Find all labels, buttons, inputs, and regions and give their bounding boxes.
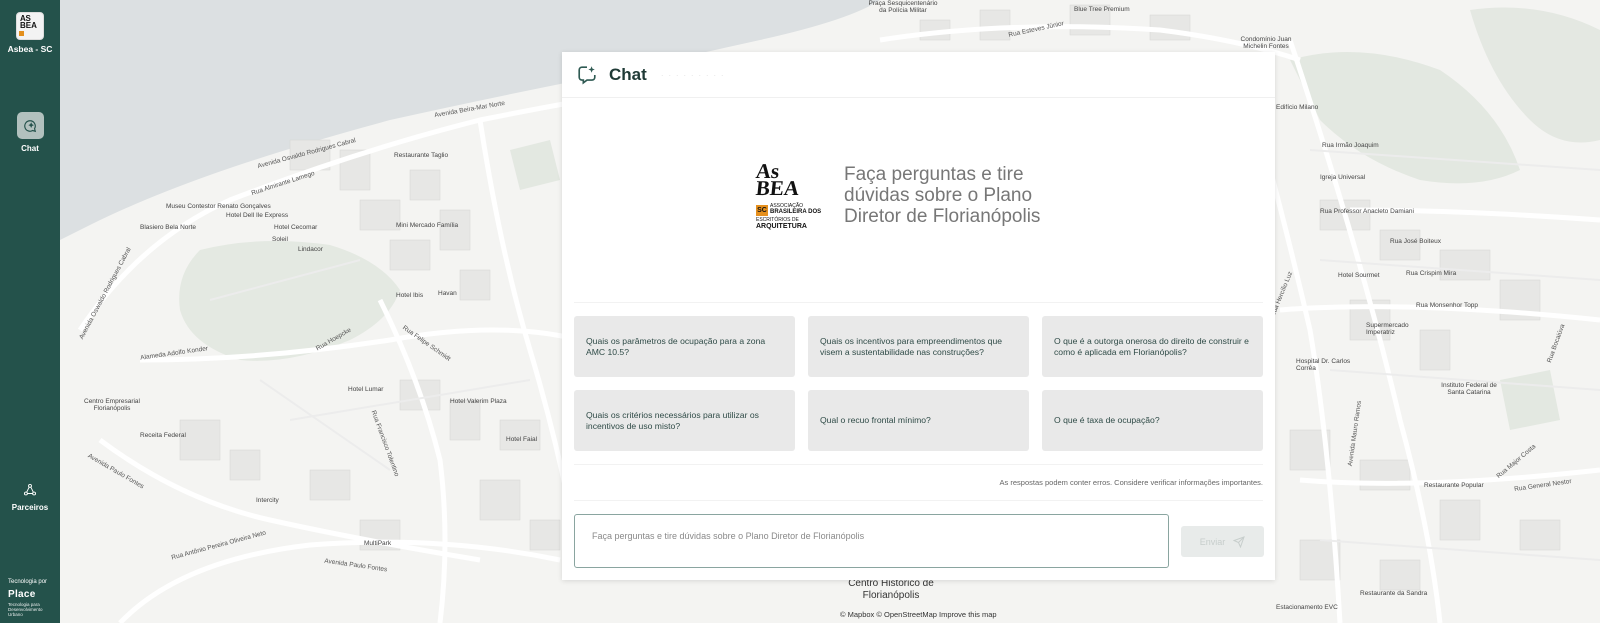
map-label: Hotel Ibis	[396, 292, 424, 299]
map-label: Rua Irmão Joaquim	[1322, 142, 1379, 149]
map-label: Restaurante Taglio	[394, 152, 449, 159]
map-label: Mini Mercado Família	[396, 222, 459, 229]
map-label: Blasiero Bela Norte	[140, 224, 196, 231]
sidebar-item-label: Parceiros	[11, 503, 49, 512]
partners-icon	[23, 483, 37, 496]
map-label: Centro Empresarial Florianópolis	[84, 398, 140, 412]
chat-subtitle: · · · · · · · · ·	[660, 69, 725, 80]
map-label: Supermercado Imperatriz	[1366, 322, 1409, 336]
map-label: Rua Professor Anacleto Damiani	[1320, 208, 1414, 215]
chat-input[interactable]: Faça perguntas e tire dúvidas sobre o Pl…	[574, 514, 1169, 568]
map-label: Edifício Milano	[1276, 104, 1319, 111]
chat-sparkle-icon	[578, 65, 596, 84]
map-label: Restaurante Popular	[1424, 482, 1484, 489]
map-label: Hotel Faial	[506, 436, 538, 443]
map-label: Lindacor	[298, 246, 323, 253]
map-label: Hospital Dr. Carlos Corrêa	[1296, 358, 1351, 372]
map-label: Igreja Universal	[1320, 174, 1366, 181]
map-label: Hotel Cecomar	[274, 224, 318, 231]
chat-header: Chat · · · · · · · · ·	[562, 52, 1275, 98]
sidebar-item-partners[interactable]: Parceiros	[0, 483, 60, 512]
brand-tagline: Tecnologia para Desenvolvimento Urbano	[8, 602, 43, 617]
suggestion-card[interactable]: O que é taxa de ocupação?	[1042, 390, 1263, 451]
chat-title: Chat	[609, 64, 647, 84]
map-label: Praça Sesquicentenário da Polícia Milita…	[868, 0, 938, 14]
map-label: Blue Tree Premium	[1074, 6, 1130, 13]
map-label: MultiPark	[364, 540, 392, 547]
send-button[interactable]: Enviar	[1181, 526, 1264, 557]
map-label: Hotel Valerim Plaza	[450, 398, 507, 405]
map-label: Receita Federal	[140, 432, 186, 439]
org-switcher[interactable]: AS BEA Asbea - SC	[0, 10, 60, 54]
chat-hero: As BEA SC ASSOCIAÇÃO BRASILEIRA DOS ESCR…	[562, 159, 1275, 242]
map-label: Museu Contestor Renato Gonçalves	[166, 203, 271, 210]
org-logo: AS BEA	[16, 12, 44, 40]
send-button-label: Enviar	[1199, 536, 1226, 547]
sidebar-item-chat[interactable]: Chat	[0, 112, 60, 153]
map-label: Instituto Federal de Santa Catarina	[1441, 382, 1497, 396]
map-label: Restaurante da Sandra	[1360, 590, 1428, 597]
map-label: Rua Monsenhor Topp	[1416, 302, 1479, 309]
map-label: Condomínio Juan Michelin Fontes	[1240, 36, 1292, 50]
suggestion-card[interactable]: Quais os parâmetros de ocupação para a z…	[574, 316, 795, 377]
map-attribution[interactable]: © Mapbox © OpenStreetMap Improve this ma…	[840, 610, 997, 619]
disclaimer-text: As respostas podem conter erros. Conside…	[999, 478, 1263, 487]
send-icon	[1233, 535, 1246, 548]
asbea-logo: As BEA SC ASSOCIAÇÃO BRASILEIRA DOS ESCR…	[754, 159, 822, 230]
brand-logo: Place	[8, 589, 36, 600]
org-name: Asbea - SC	[7, 44, 53, 54]
map-label: Rua José Boiteux	[1390, 238, 1441, 245]
map-label: Havan	[438, 290, 457, 297]
suggestion-card[interactable]: Qual o recuo frontal mínimo?	[808, 390, 1029, 451]
suggestion-card[interactable]: O que é a outorga onerosa do direito de …	[1042, 316, 1263, 377]
sidebar-item-label: Chat	[21, 144, 39, 153]
map-label: Intercity	[256, 497, 279, 504]
map-label: Rua Crispim Mira	[1406, 270, 1457, 277]
suggestion-card[interactable]: Quais os incentivos para empreendimentos…	[808, 316, 1029, 377]
map-label: Soleil	[272, 236, 288, 243]
map-label: Centro Histórico de Florianópolis	[848, 578, 934, 601]
powered-by[interactable]: Tecnologia por Place Tecnologia para Des…	[8, 579, 58, 617]
chat-sparkle-icon	[16, 112, 44, 139]
powered-by-label: Tecnologia por	[8, 579, 48, 585]
map-label: Estacionamento EVC	[1276, 604, 1338, 611]
chat-panel: Chat · · · · · · · · · As BEA SC ASSOCIA…	[562, 52, 1275, 580]
chat-input-placeholder: Faça perguntas e tire dúvidas sobre o Pl…	[592, 531, 865, 541]
suggestion-card[interactable]: Quais os critérios necessários para util…	[574, 390, 795, 451]
hero-heading: Faça perguntas e tire dúvidas sobre o Pl…	[844, 164, 1041, 227]
sidebar: AS BEA Asbea - SC Chat Parceiros Tecnolo…	[0, 0, 60, 623]
map-label: Hotel Lumar	[348, 386, 384, 393]
map-label: Hotel Sourmet	[1338, 272, 1380, 279]
map-label: Hotel Dell Ile Express	[226, 212, 289, 219]
